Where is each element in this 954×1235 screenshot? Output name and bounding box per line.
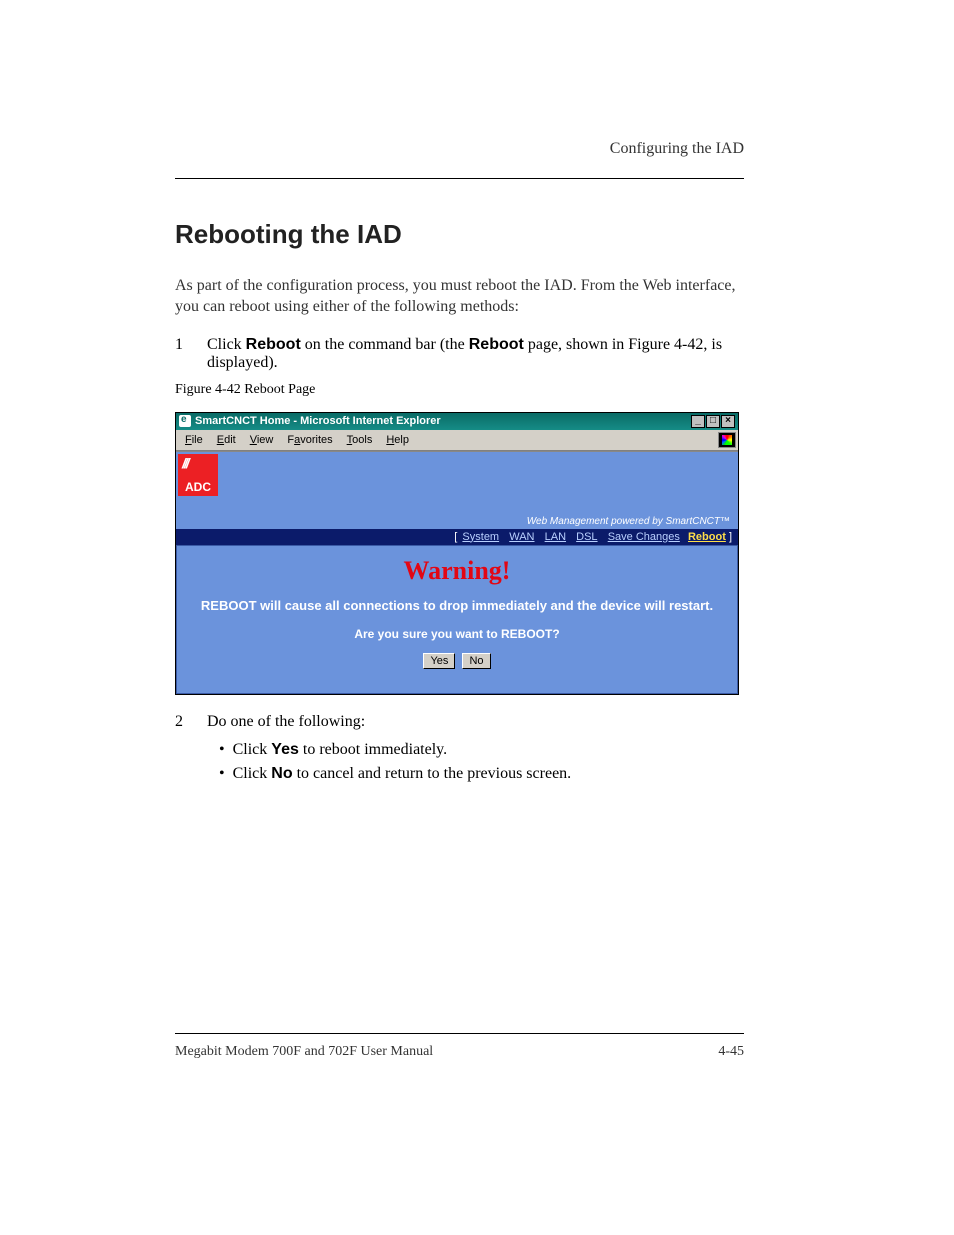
step-1: 1 Click Reboot on the command bar (the R…	[175, 336, 744, 372]
running-header: Configuring the IAD	[175, 140, 744, 178]
step-body: Do one of the following: • Click Yes to …	[207, 713, 744, 783]
menu-file[interactable]: File	[178, 433, 210, 447]
footer-right: 4-45	[718, 1044, 744, 1060]
warning-question: Are you sure you want to REBOOT?	[193, 627, 721, 641]
step-2: 2 Do one of the following: • Click Yes t…	[175, 713, 744, 783]
divider	[175, 178, 744, 179]
screenshot-window: SmartCNCT Home - Microsoft Internet Expl…	[175, 412, 739, 695]
menu-tools[interactable]: Tools	[340, 433, 380, 447]
maximize-button[interactable]: □	[706, 415, 720, 428]
reboot-word: Reboot	[469, 336, 524, 353]
no-button[interactable]: No	[462, 653, 490, 669]
menu-favorites[interactable]: Favorites	[280, 433, 339, 447]
close-button[interactable]: ×	[721, 415, 735, 428]
step-number: 2	[175, 713, 193, 783]
nav-lan[interactable]: LAN	[545, 531, 566, 543]
footer-left: Megabit Modem 700F and 702F User Manual	[175, 1044, 433, 1060]
step-number: 1	[175, 336, 193, 372]
browser-content: ADC Web Management powered by SmartCNCT™…	[176, 451, 738, 694]
nav-wan[interactable]: WAN	[509, 531, 534, 543]
step-body: Click Reboot on the command bar (the Reb…	[207, 336, 744, 372]
reboot-word: Reboot	[246, 336, 301, 353]
nav-reboot[interactable]: Reboot	[688, 531, 726, 543]
warning-body-text: REBOOT will cause all connections to dro…	[193, 598, 721, 613]
menu-edit[interactable]: Edit	[210, 433, 243, 447]
nav-dsl[interactable]: DSL	[576, 531, 597, 543]
nav-save-changes[interactable]: Save Changes	[608, 531, 680, 543]
warning-heading: Warning!	[193, 556, 721, 586]
menu-view[interactable]: View	[243, 433, 281, 447]
windows-logo-icon	[718, 432, 736, 448]
divider	[175, 1033, 744, 1034]
nav-system[interactable]: System	[462, 531, 499, 543]
titlebar: SmartCNCT Home - Microsoft Internet Expl…	[176, 413, 738, 430]
intro-paragraph: As part of the configuration process, yo…	[175, 276, 744, 318]
adc-logo: ADC	[178, 454, 218, 496]
menu-help[interactable]: Help	[379, 433, 416, 447]
minimize-button[interactable]: _	[691, 415, 705, 428]
yes-button[interactable]: Yes	[423, 653, 455, 669]
window-title: SmartCNCT Home - Microsoft Internet Expl…	[195, 415, 687, 427]
figure-caption: Figure 4-42 Reboot Page	[175, 382, 744, 398]
section-title: Rebooting the IAD	[175, 219, 744, 250]
menubar: File Edit View Favorites Tools Help	[176, 430, 738, 451]
tagline: Web Management powered by SmartCNCT™	[176, 498, 738, 529]
page-footer: Megabit Modem 700F and 702F User Manual …	[175, 1044, 744, 1060]
ie-icon	[179, 415, 191, 427]
nav-bar: [ System WAN LAN DSL Save Changes Reboot…	[176, 529, 738, 545]
